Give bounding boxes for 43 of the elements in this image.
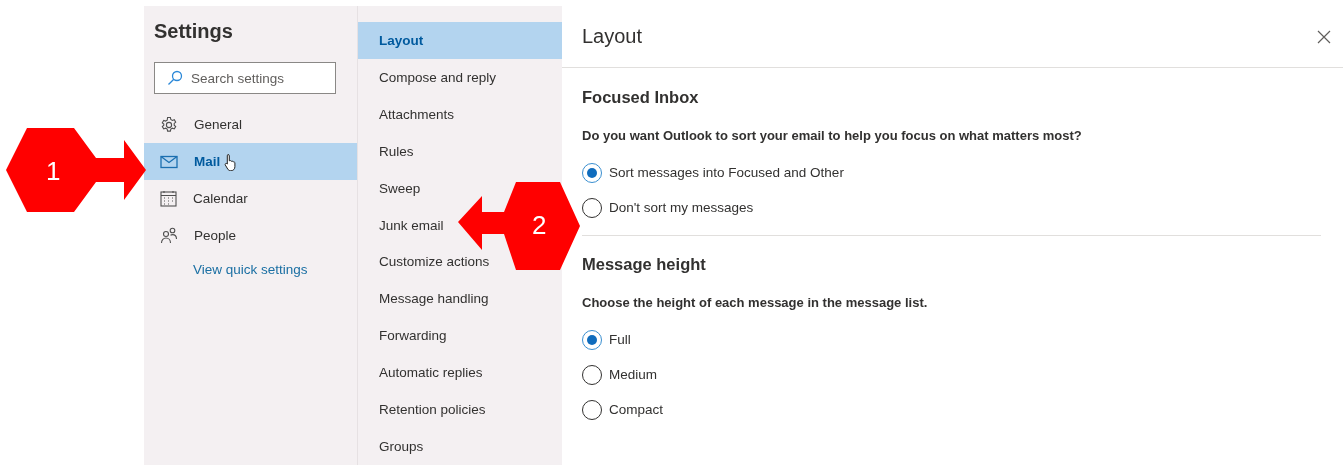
radio-button[interactable]	[582, 329, 602, 350]
option-label: Don't sort my messages	[609, 200, 754, 215]
submenu-item[interactable]: Groups	[358, 428, 430, 465]
callout-number: 1	[46, 156, 61, 187]
section-question: Do you want Outlook to sort your email to help you focus on what matters most?	[582, 128, 1083, 143]
search-field[interactable]: Search settings	[154, 62, 336, 94]
submenu-item[interactable]: Automatic replies	[358, 354, 489, 392]
calendar-icon	[160, 190, 177, 207]
settings-title: Settings	[153, 20, 234, 44]
option-label: Compact	[609, 402, 664, 417]
gear-icon	[160, 115, 178, 134]
people-icon	[160, 227, 178, 244]
radio-button[interactable]	[582, 364, 602, 385]
submenu-item[interactable]: Attachments	[358, 95, 461, 133]
radio-button[interactable]	[582, 162, 602, 183]
option-label: Medium	[609, 367, 657, 382]
nav-item[interactable]: Calendar	[144, 180, 357, 217]
mail-icon	[160, 154, 178, 169]
submenu-item[interactable]: Message handling	[358, 280, 495, 318]
submenu-item[interactable]: Customize actions	[358, 243, 496, 281]
submenu-item[interactable]: Junk email	[358, 206, 450, 244]
submenu-item[interactable]: Sweep	[358, 169, 427, 207]
radio-button[interactable]	[582, 197, 602, 218]
close-icon	[1317, 29, 1331, 44]
nav-item[interactable]: General	[144, 106, 357, 143]
nav-item[interactable]: Mail	[144, 143, 357, 180]
submenu-item[interactable]: Compose and reply	[358, 58, 503, 96]
section-heading: Focused Inbox	[582, 88, 700, 108]
section-heading: Message height	[582, 255, 707, 275]
panel-title: Layout	[582, 25, 643, 48]
section-question: Choose the height of each message in the message list.	[582, 295, 929, 310]
option-label: Full	[609, 332, 631, 347]
option-label: Sort messages into Focused and Other	[609, 165, 844, 180]
callout-number: 2	[532, 210, 547, 241]
submenu-item[interactable]: Layout	[358, 22, 562, 59]
hand-cursor-icon	[224, 152, 239, 171]
submenu-item[interactable]: Forwarding	[358, 317, 453, 355]
radio-button[interactable]	[582, 399, 602, 420]
submenu-item[interactable]: Retention policies	[358, 391, 492, 429]
view-quick-settings-link[interactable]: View quick settings	[193, 262, 357, 277]
nav-item[interactable]: People	[144, 217, 357, 254]
search-icon	[167, 70, 183, 86]
submenu-item[interactable]: Rules	[358, 132, 420, 170]
